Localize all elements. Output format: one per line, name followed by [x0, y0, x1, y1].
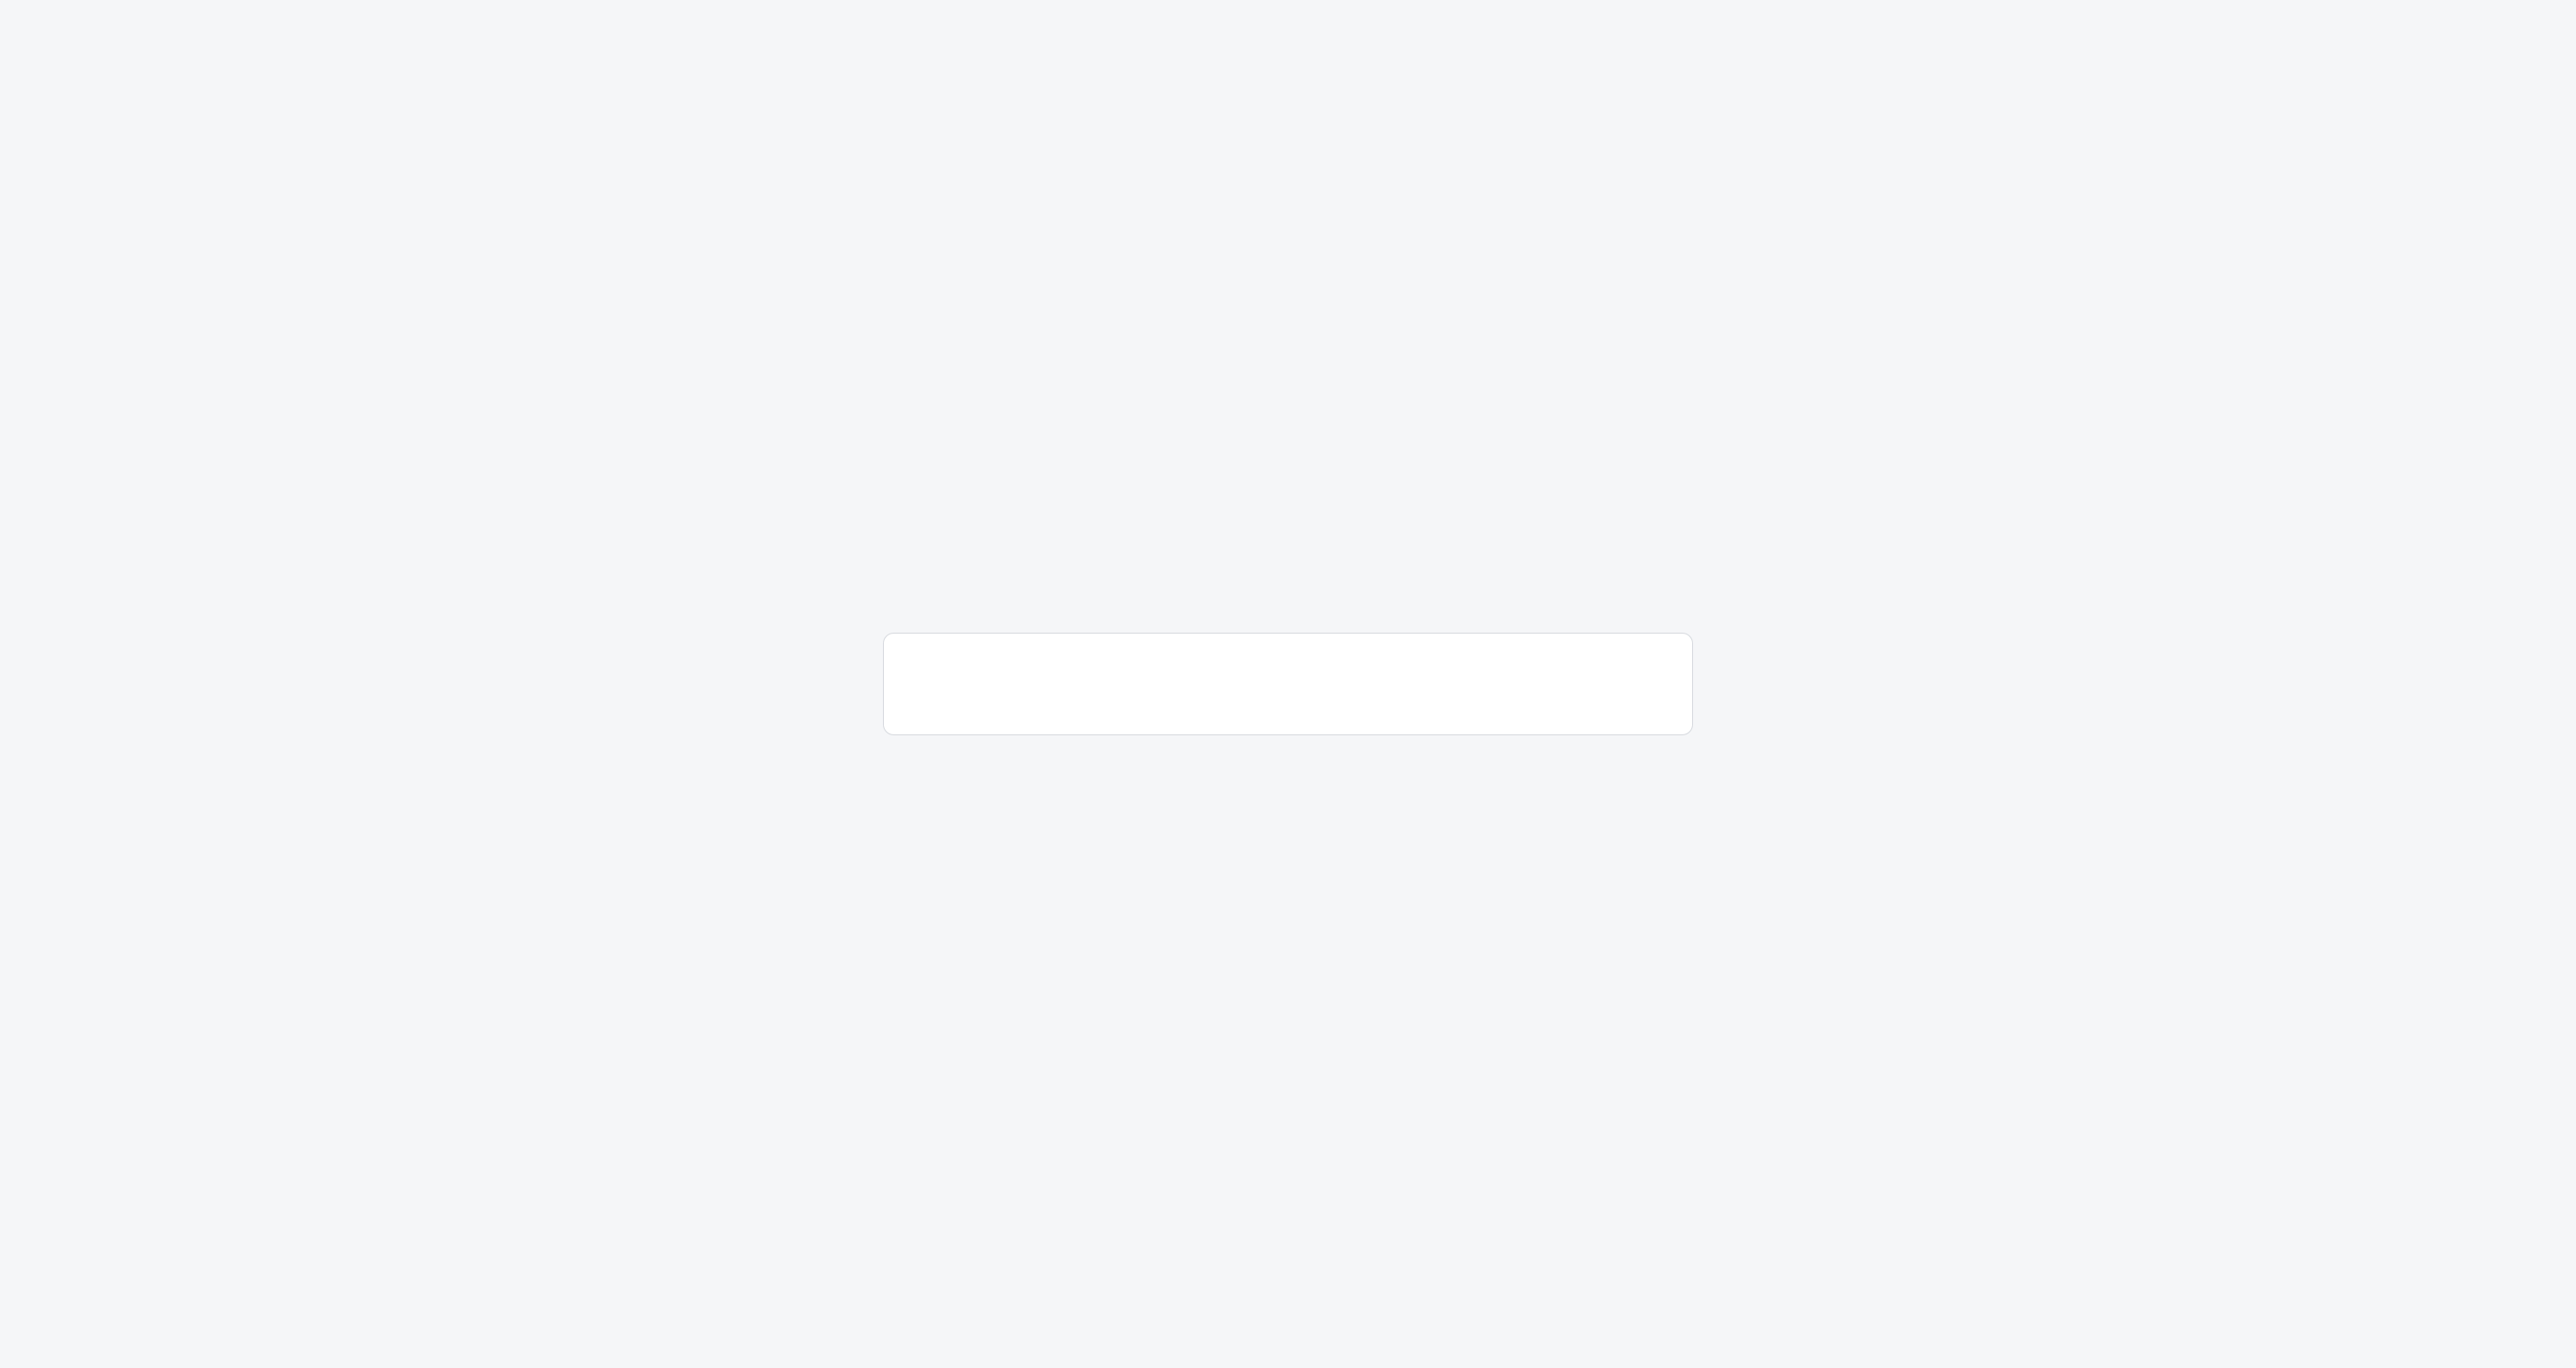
page-root [0, 0, 2576, 1368]
notice-card [883, 633, 1693, 735]
